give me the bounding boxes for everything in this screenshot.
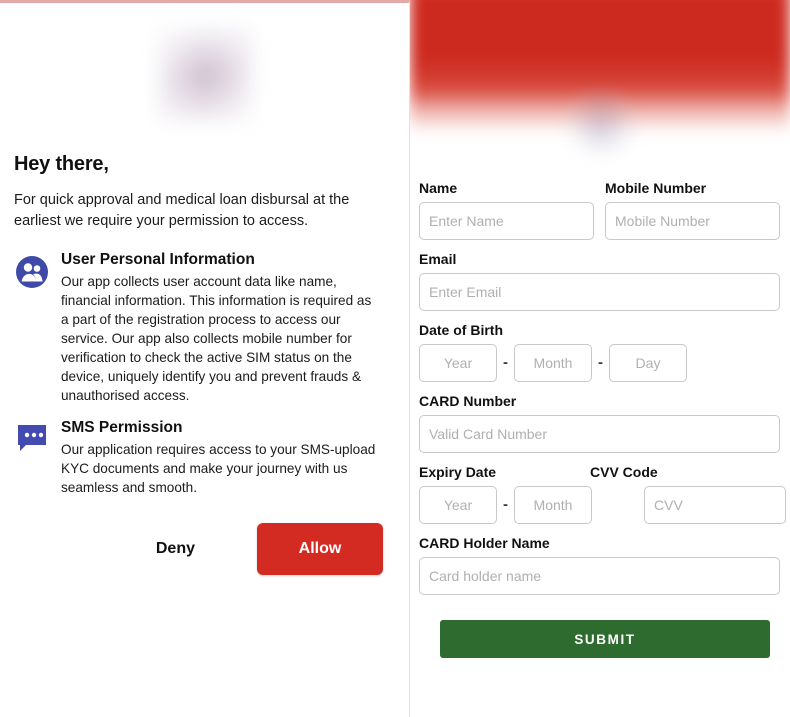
app-screen: Hey there, For quick approval and medica… bbox=[0, 0, 790, 717]
mobile-number-input[interactable] bbox=[605, 202, 780, 240]
field-row-name-mobile: Name Mobile Number bbox=[419, 180, 780, 251]
permission-item-text: SMS Permission Our application requires … bbox=[61, 419, 396, 497]
intro-text: For quick approval and medical loan disb… bbox=[14, 192, 350, 229]
submit-wrapper: SUBMIT bbox=[419, 620, 780, 658]
dob-year-input[interactable] bbox=[419, 344, 497, 382]
name-label: Name bbox=[419, 180, 458, 196]
card-holder-name-input[interactable] bbox=[419, 557, 780, 595]
date-of-birth-row: - - bbox=[419, 344, 780, 382]
field-group-mobile: Mobile Number bbox=[605, 180, 780, 240]
page-title: Hey there, bbox=[14, 153, 109, 175]
allow-button[interactable]: Allow bbox=[257, 523, 383, 576]
permission-dialog-panel: Hey there, For quick approval and medica… bbox=[0, 0, 410, 717]
sms-bubble-icon bbox=[14, 423, 50, 457]
field-group-name: Name bbox=[419, 180, 594, 240]
kyc-form: Name Mobile Number Email Date of Birth - bbox=[410, 180, 790, 658]
mobile-number-label: Mobile Number bbox=[605, 180, 707, 196]
permission-description: Our app collects user account data like … bbox=[61, 274, 372, 404]
field-group-card-holder-name: CARD Holder Name bbox=[419, 535, 780, 595]
brand-logo-blurred-icon bbox=[565, 88, 637, 158]
dob-month-input[interactable] bbox=[514, 344, 592, 382]
date-of-birth-label: Date of Birth bbox=[419, 322, 503, 338]
kyc-form-panel: Name Mobile Number Email Date of Birth - bbox=[410, 0, 790, 717]
dob-day-input[interactable] bbox=[609, 344, 687, 382]
email-label: Email bbox=[419, 251, 457, 267]
card-holder-name-label: CARD Holder Name bbox=[419, 535, 550, 551]
field-group-card-number: CARD Number bbox=[419, 393, 780, 453]
cvv-col bbox=[644, 486, 786, 524]
submit-button[interactable]: SUBMIT bbox=[440, 620, 770, 658]
expiry-date-label: Expiry Date bbox=[419, 464, 497, 480]
dob-separator-2: - bbox=[598, 353, 603, 371]
name-input[interactable] bbox=[419, 202, 594, 240]
expiry-month-input[interactable] bbox=[514, 486, 592, 524]
permission-description: Our application requires access to your … bbox=[61, 442, 376, 496]
card-number-input[interactable] bbox=[419, 415, 780, 453]
expiry-year-input[interactable] bbox=[419, 486, 497, 524]
permission-dialog-body: Hey there, For quick approval and medica… bbox=[0, 153, 409, 576]
dob-separator-1: - bbox=[503, 353, 508, 371]
expiry-separator: - bbox=[503, 495, 508, 513]
permission-title: SMS Permission bbox=[61, 419, 183, 437]
permission-item-user-personal-information: User Personal Information Our app collec… bbox=[14, 251, 396, 405]
expiry-date-row: - bbox=[419, 486, 592, 524]
email-input[interactable] bbox=[419, 273, 780, 311]
field-group-expiry-cvv: Expiry Date CVV Code - bbox=[419, 464, 786, 524]
field-group-email: Email bbox=[419, 251, 780, 311]
expiry-cvv-label-row: Expiry Date CVV Code bbox=[419, 464, 780, 486]
app-logo-blurred-icon bbox=[158, 27, 253, 122]
cvv-input[interactable] bbox=[644, 486, 786, 524]
field-group-date-of-birth: Date of Birth - - bbox=[419, 322, 780, 382]
card-number-label: CARD Number bbox=[419, 393, 517, 409]
cvv-code-label: CVV Code bbox=[590, 464, 658, 480]
user-group-icon bbox=[14, 255, 50, 289]
deny-button[interactable]: Deny bbox=[138, 530, 213, 568]
permission-item-text: User Personal Information Our app collec… bbox=[61, 251, 396, 405]
permission-item-sms-permission: SMS Permission Our application requires … bbox=[14, 419, 396, 497]
permission-title: User Personal Information bbox=[61, 251, 255, 269]
expiry-cvv-input-row: - bbox=[419, 486, 786, 524]
permission-actions: Deny Allow bbox=[14, 523, 396, 576]
